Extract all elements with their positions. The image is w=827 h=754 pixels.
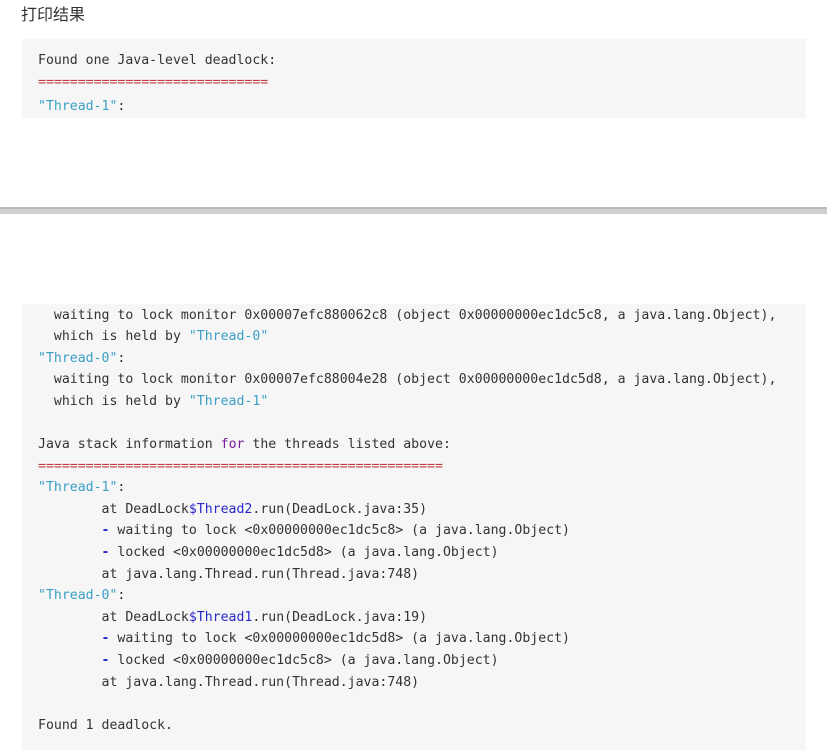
code-string: "Thread-0"	[38, 351, 118, 366]
code-string: "Thread-1"	[38, 480, 118, 495]
code-text: locked <0x00000000ec1dc5d8> (a java.lang…	[109, 545, 499, 560]
code-line: - locked <0x00000000ec1dc5d8> (a java.la…	[38, 542, 499, 564]
code-text: waiting to lock <0x00000000ec1dc5c8> (a …	[109, 523, 570, 538]
code-line: at DeadLock$Thread2.run(DeadLock.java:35…	[38, 499, 428, 521]
code-block-top: Found one Java-level deadlock: =========…	[22, 39, 806, 118]
code-text: :	[117, 588, 126, 603]
section-heading: 打印结果	[21, 5, 86, 24]
code-string: "Thread-0"	[38, 588, 118, 603]
code-text: .run(DeadLock.java:19)	[252, 610, 428, 625]
code-text: which is held by	[38, 329, 189, 344]
code-line: waiting to lock monitor 0x00007efc880062…	[38, 308, 777, 323]
code-keyword: for	[220, 437, 245, 452]
code-text: waiting to lock <0x00000000ec1dc5d8> (a …	[109, 631, 570, 646]
code-line: - waiting to lock <0x00000000ec1dc5c8> (…	[38, 520, 570, 542]
code-separator-line: =============================	[38, 75, 269, 90]
code-text: the threads listed above:	[244, 437, 451, 452]
code-text: locked <0x00000000ec1dc5c8> (a java.lang…	[109, 653, 499, 668]
code-variable: $Thread1	[188, 610, 253, 625]
code-text: which is held by	[38, 394, 189, 409]
code-line: Found 1 deadlock.	[38, 718, 173, 733]
code-line: at java.lang.Thread.run(Thread.java:748)	[38, 675, 420, 690]
code-line: Found one Java-level deadlock:	[38, 53, 277, 68]
code-line: waiting to lock monitor 0x00007efc88004e…	[38, 372, 777, 387]
code-line: "Thread-0":	[38, 585, 125, 607]
code-text: Java stack information	[38, 437, 221, 452]
code-block-bottom: waiting to lock monitor 0x00007efc880062…	[22, 304, 806, 750]
code-line: "Thread-0":	[38, 348, 125, 370]
code-text: at DeadLock	[38, 610, 189, 625]
code-text: :	[117, 351, 126, 366]
screenshot-divider	[0, 207, 827, 214]
code-variable: $Thread2	[188, 502, 253, 517]
code-text: .run(DeadLock.java:35)	[252, 502, 428, 517]
code-line: at DeadLock$Thread1.run(DeadLock.java:19…	[38, 607, 428, 629]
code-line: - locked <0x00000000ec1dc5c8> (a java.la…	[38, 650, 499, 672]
code-line: which is held by "Thread-0"	[38, 326, 268, 348]
code-separator-line: ========================================…	[38, 459, 443, 474]
code-text: :	[117, 480, 126, 495]
code-line: which is held by "Thread-1"	[38, 391, 268, 413]
code-line: Java stack information for the threads l…	[38, 434, 451, 456]
code-line: - waiting to lock <0x00000000ec1dc5d8> (…	[38, 628, 570, 650]
code-line: "Thread-1":	[38, 477, 125, 499]
code-string: "Thread-0"	[188, 329, 269, 344]
code-text: :	[117, 99, 126, 114]
code-string: "Thread-1"	[38, 99, 118, 114]
code-line: "Thread-1":	[38, 96, 125, 118]
code-string: "Thread-1"	[188, 394, 269, 409]
code-text: at DeadLock	[38, 502, 189, 517]
code-line: at java.lang.Thread.run(Thread.java:748)	[38, 567, 420, 582]
